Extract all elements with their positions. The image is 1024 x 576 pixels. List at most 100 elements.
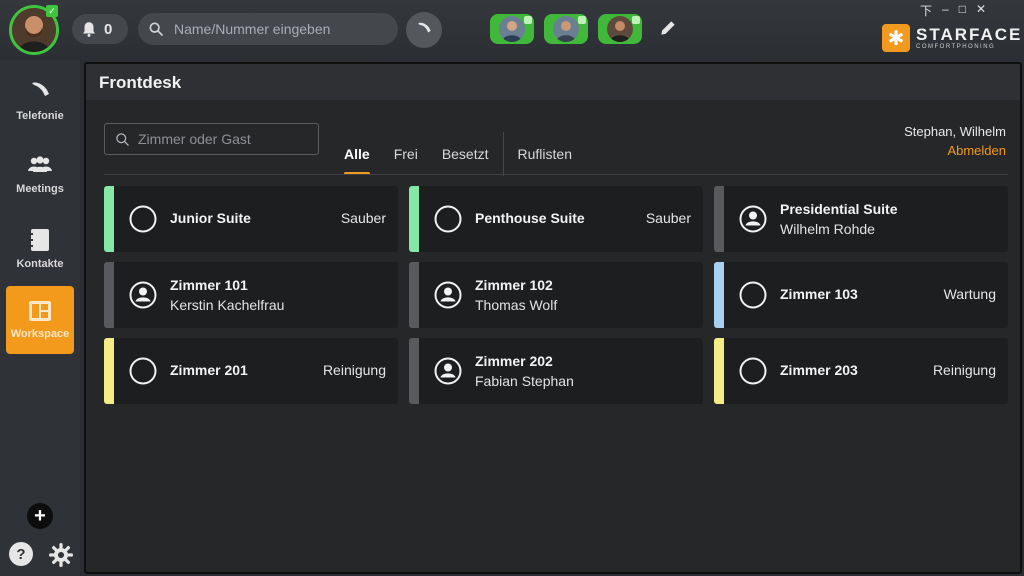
close-button[interactable]: ✕: [976, 2, 986, 19]
tab-frei[interactable]: Frei: [394, 146, 418, 162]
tab-alle[interactable]: Alle: [344, 146, 370, 175]
minimize-button[interactable]: –: [942, 2, 949, 19]
sidebar-item-label: Meetings: [16, 183, 64, 195]
sidebar-item-label: Kontakte: [16, 258, 64, 270]
filter-tabs: Alle Frei Besetzt Ruflisten: [344, 132, 596, 176]
room-name: Zimmer 201: [170, 362, 248, 378]
room-card[interactable]: Zimmer 202 Fabian Stephan: [409, 338, 703, 404]
logo-tagline: COMFORTPHONING: [916, 44, 996, 50]
room-status: Reinigung: [322, 362, 386, 378]
room-card[interactable]: Zimmer 102 Thomas Wolf: [409, 262, 703, 328]
presence-status-icon: [524, 16, 532, 24]
presence-status-icon: [578, 16, 586, 24]
room-search[interactable]: [104, 123, 319, 155]
guest-name: Fabian Stephan: [475, 373, 574, 389]
room-name: Zimmer 103: [780, 286, 858, 302]
bell-icon: [83, 22, 95, 37]
sidebar: Telefonie Meetings Kontakte Workspace + …: [0, 60, 80, 576]
room-status-strip: [714, 262, 724, 328]
contact-avatar: [607, 16, 633, 42]
notifications-button[interactable]: 0: [72, 14, 128, 44]
room-card[interactable]: Presidential Suite Wilhelm Rohde: [714, 186, 1008, 252]
empty-room-icon: [738, 356, 768, 386]
tab-ruflisten[interactable]: Ruflisten: [518, 146, 572, 162]
help-icon: ?: [16, 545, 26, 563]
maximize-button[interactable]: □: [959, 2, 966, 19]
room-status-strip: [409, 262, 419, 328]
guest-name: Thomas Wolf: [475, 297, 558, 313]
guest-icon: [433, 280, 463, 310]
room-card[interactable]: Zimmer 203 Reinigung: [714, 338, 1008, 404]
edit-pencil-icon[interactable]: [658, 18, 678, 38]
notification-count: 0: [104, 20, 113, 38]
sidebar-item-meetings[interactable]: Meetings: [6, 142, 74, 208]
panel-header: Frontdesk: [86, 64, 1020, 100]
sidebar-item-workspace[interactable]: Workspace: [6, 286, 74, 354]
room-name: Zimmer 202: [475, 353, 553, 369]
guest-name: Kerstin Kachelfrau: [170, 297, 285, 313]
pin-window-button[interactable]: 下: [920, 2, 932, 19]
plus-icon: +: [34, 505, 46, 527]
gear-icon[interactable]: [48, 542, 74, 568]
guest-icon: [738, 204, 768, 234]
presence-status-icon: [632, 16, 640, 24]
window-controls: 下 – □ ✕: [920, 2, 986, 19]
tab-besetzt[interactable]: Besetzt: [442, 146, 489, 162]
room-status: Wartung: [943, 286, 996, 302]
room-name: Penthouse Suite: [475, 210, 585, 226]
empty-room-icon: [128, 204, 158, 234]
sidebar-item-label: Telefonie: [16, 110, 64, 122]
tab-divider: [502, 132, 504, 176]
phone-icon: [418, 22, 431, 33]
room-status-strip: [714, 186, 724, 252]
room-card[interactable]: Junior Suite Sauber: [104, 186, 398, 252]
phone-search[interactable]: [138, 13, 398, 45]
workspace-icon: [29, 301, 51, 321]
guest-name: Wilhelm Rohde: [780, 221, 875, 237]
favorite-contact-3[interactable]: [598, 14, 642, 44]
room-card[interactable]: Zimmer 201 Reinigung: [104, 338, 398, 404]
add-button[interactable]: +: [27, 503, 53, 529]
starface-logo: ✱ STARFACE COMFORTPHONING: [882, 24, 1022, 52]
presence-status-icon: ✓: [46, 5, 58, 17]
frontdesk-panel: Frontdesk Alle Frei Besetzt Ruflisten St…: [84, 62, 1022, 574]
empty-room-icon: [433, 204, 463, 234]
room-status: Reinigung: [932, 362, 996, 378]
room-status-strip: [409, 338, 419, 404]
sidebar-item-kontakte[interactable]: Kontakte: [6, 216, 74, 282]
room-status-strip: [104, 186, 114, 252]
logo-brand: STARFACE: [916, 25, 1023, 44]
logout-link[interactable]: Abmelden: [904, 143, 1006, 158]
room-card[interactable]: Zimmer 101 Kerstin Kachelfrau: [104, 262, 398, 328]
phone-search-input[interactable]: [174, 21, 384, 37]
user-name: Stephan, Wilhelm: [904, 124, 1006, 139]
empty-room-icon: [128, 356, 158, 386]
page-title: Frontdesk: [99, 73, 182, 92]
room-name: Junior Suite: [170, 210, 251, 226]
guest-icon: [128, 280, 158, 310]
room-status-strip: [104, 262, 114, 328]
call-button[interactable]: [406, 12, 442, 48]
room-card[interactable]: Penthouse Suite Sauber: [409, 186, 703, 252]
room-status-strip: [714, 338, 724, 404]
room-status-strip: [409, 186, 419, 252]
divider: [104, 174, 1008, 175]
contact-avatar: [553, 16, 579, 42]
room-search-input[interactable]: [138, 131, 313, 147]
help-button[interactable]: ?: [9, 542, 33, 566]
contact-avatar: [499, 16, 525, 42]
favorite-contact-1[interactable]: [490, 14, 534, 44]
sidebar-item-telefonie[interactable]: Telefonie: [6, 68, 74, 134]
room-status: Sauber: [340, 210, 386, 226]
room-name: Zimmer 102: [475, 277, 553, 293]
sidebar-item-label: Workspace: [10, 328, 70, 340]
favorite-contact-2[interactable]: [544, 14, 588, 44]
room-card[interactable]: Zimmer 103 Wartung: [714, 262, 1008, 328]
user-info: Stephan, Wilhelm Abmelden: [904, 124, 1006, 158]
room-status: Sauber: [645, 210, 691, 226]
room-name: Zimmer 203: [780, 362, 858, 378]
meetings-icon: [28, 156, 52, 172]
room-status-strip: [104, 338, 114, 404]
search-icon: [116, 132, 129, 146]
search-icon: [149, 22, 163, 36]
